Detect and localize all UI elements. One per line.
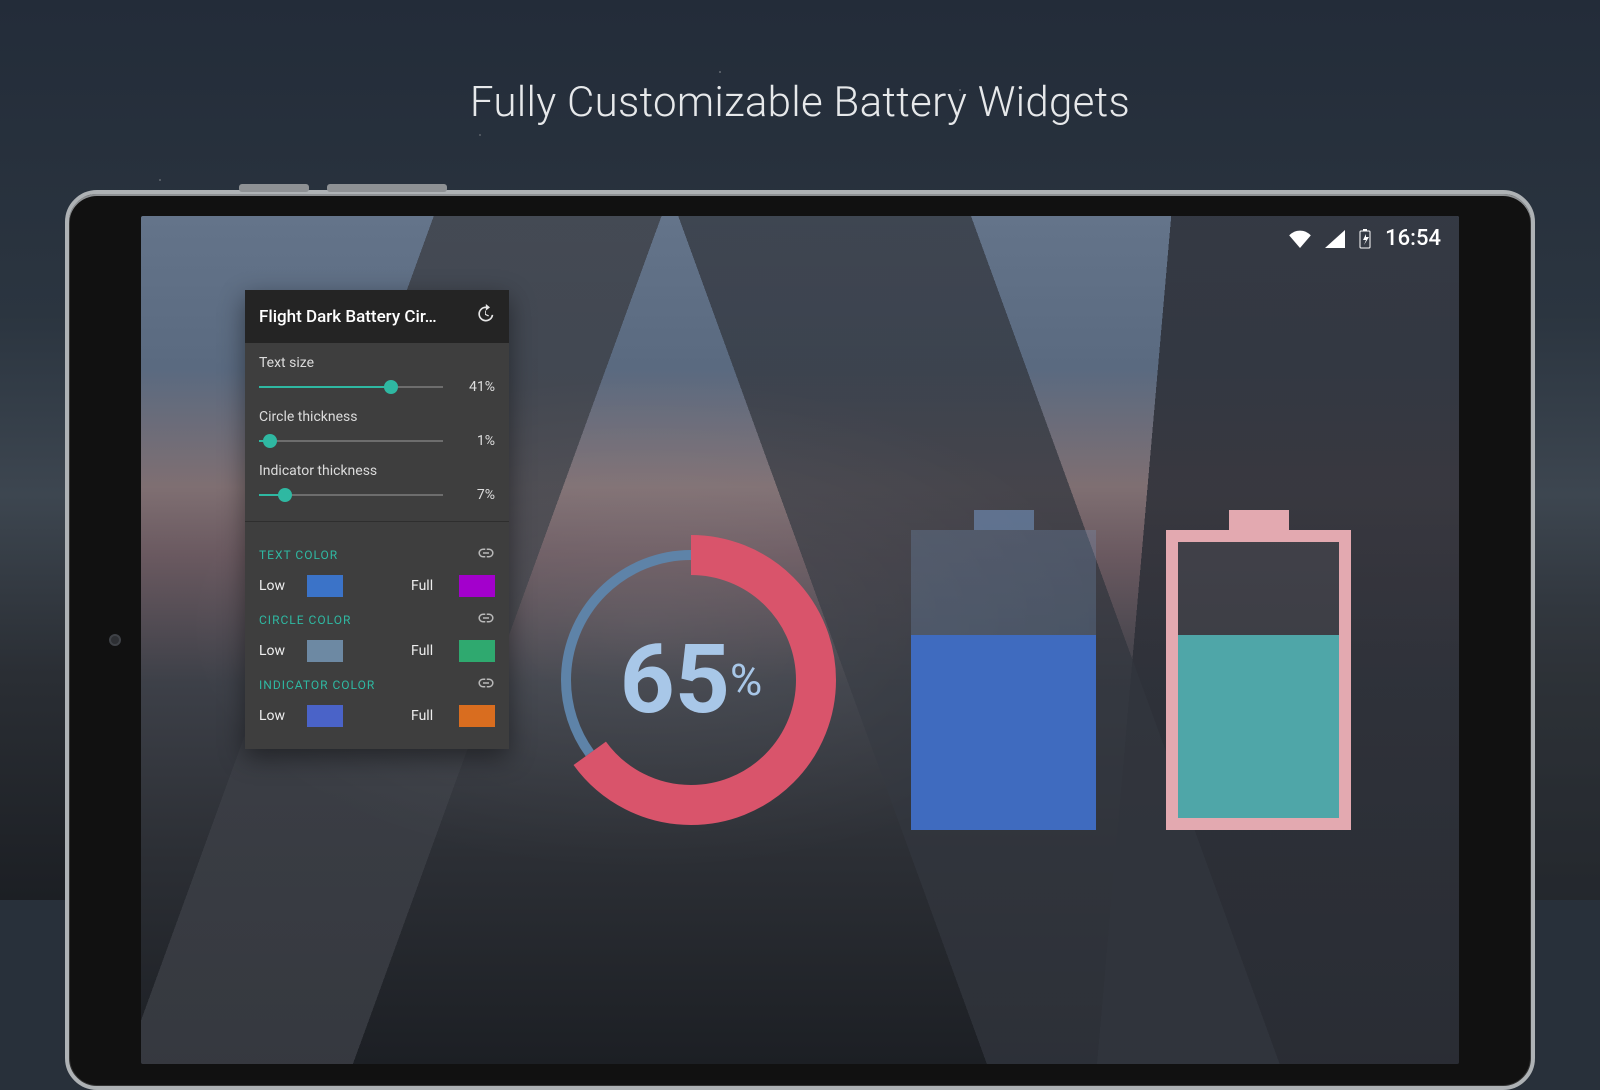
slider-label: Indicator thickness	[259, 463, 495, 479]
battery-percent-value: 65	[620, 624, 730, 736]
slider-1[interactable]	[259, 434, 443, 448]
color-full-label: Full	[411, 578, 449, 594]
hero-title: Fully Customizable Battery Widgets	[0, 78, 1600, 127]
tablet-frame: 16:54 Flight Dark Battery Cir… Text size…	[65, 190, 1535, 1090]
color-full-label: Full	[411, 643, 449, 659]
signal-icon	[1325, 230, 1345, 248]
link-icon[interactable]	[477, 544, 495, 565]
slider-2[interactable]	[259, 488, 443, 502]
battery-outline-widget[interactable]	[1166, 530, 1351, 830]
color-full-label: Full	[411, 708, 449, 724]
history-icon[interactable]	[475, 304, 495, 329]
slider-label: Circle thickness	[259, 409, 495, 425]
status-time: 16:54	[1385, 226, 1441, 251]
settings-panel: Flight Dark Battery Cir… Text size 41% C…	[245, 290, 509, 749]
color-low-swatch[interactable]	[307, 705, 343, 727]
color-group-heading: INDICATOR COLOR	[259, 678, 375, 692]
color-group-heading: TEXT COLOR	[259, 548, 338, 562]
wifi-icon	[1289, 230, 1311, 248]
link-icon[interactable]	[477, 674, 495, 695]
color-low-label: Low	[259, 643, 297, 659]
panel-title: Flight Dark Battery Cir…	[259, 307, 465, 327]
tablet-camera	[109, 634, 121, 646]
color-low-label: Low	[259, 578, 297, 594]
battery-percent-suffix: %	[730, 654, 762, 706]
slider-label: Text size	[259, 355, 495, 371]
panel-header: Flight Dark Battery Cir…	[245, 290, 509, 343]
status-bar: 16:54	[1289, 226, 1441, 251]
slider-value: 7%	[453, 487, 495, 503]
color-full-swatch[interactable]	[459, 705, 495, 727]
battery-charging-icon	[1359, 229, 1371, 249]
link-icon[interactable]	[477, 609, 495, 630]
tablet-screen: 16:54 Flight Dark Battery Cir… Text size…	[141, 216, 1459, 1064]
battery-solid-widget[interactable]	[911, 530, 1096, 830]
slider-value: 41%	[453, 379, 495, 395]
color-full-swatch[interactable]	[459, 575, 495, 597]
slider-value: 1%	[453, 433, 495, 449]
color-low-swatch[interactable]	[307, 640, 343, 662]
color-low-label: Low	[259, 708, 297, 724]
color-group-heading: CIRCLE COLOR	[259, 613, 351, 627]
color-low-swatch[interactable]	[307, 575, 343, 597]
color-full-swatch[interactable]	[459, 640, 495, 662]
slider-0[interactable]	[259, 380, 443, 394]
battery-circle-widget[interactable]: 65%	[541, 530, 841, 830]
